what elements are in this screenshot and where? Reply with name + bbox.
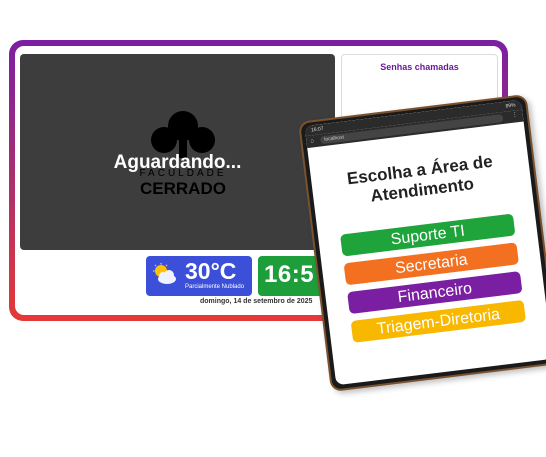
- tablet-screen: 16:07 89% ⌂ localhost ⋮ Escolha a Área d…: [304, 99, 546, 386]
- kiosk-heading: Escolha a Área de Atendimento: [345, 151, 494, 206]
- clock-time: 16:5: [264, 261, 315, 288]
- weather-widget: 30°C Parcialmente Nublado: [146, 256, 252, 296]
- status-time: 16:07: [310, 125, 324, 134]
- home-icon[interactable]: ⌂: [310, 137, 315, 145]
- more-menu-icon[interactable]: ⋮: [511, 111, 518, 121]
- weather-temperature: 30°C: [185, 258, 237, 284]
- partly-cloudy-icon: [153, 263, 176, 284]
- video-panel: FACULDADE CERRADO Aguardando...: [20, 54, 335, 250]
- current-date: domingo, 14 de setembro de 2025: [200, 298, 313, 305]
- logo-text-bottom: CERRADO: [140, 179, 226, 198]
- waiting-status: Aguardando...: [113, 152, 242, 173]
- tablet-device: 16:07 89% ⌂ localhost ⋮ Escolha a Área d…: [298, 93, 546, 392]
- called-tickets-title: Senhas chamadas: [380, 62, 459, 72]
- weather-condition: Parcialmente Nublado: [185, 284, 245, 290]
